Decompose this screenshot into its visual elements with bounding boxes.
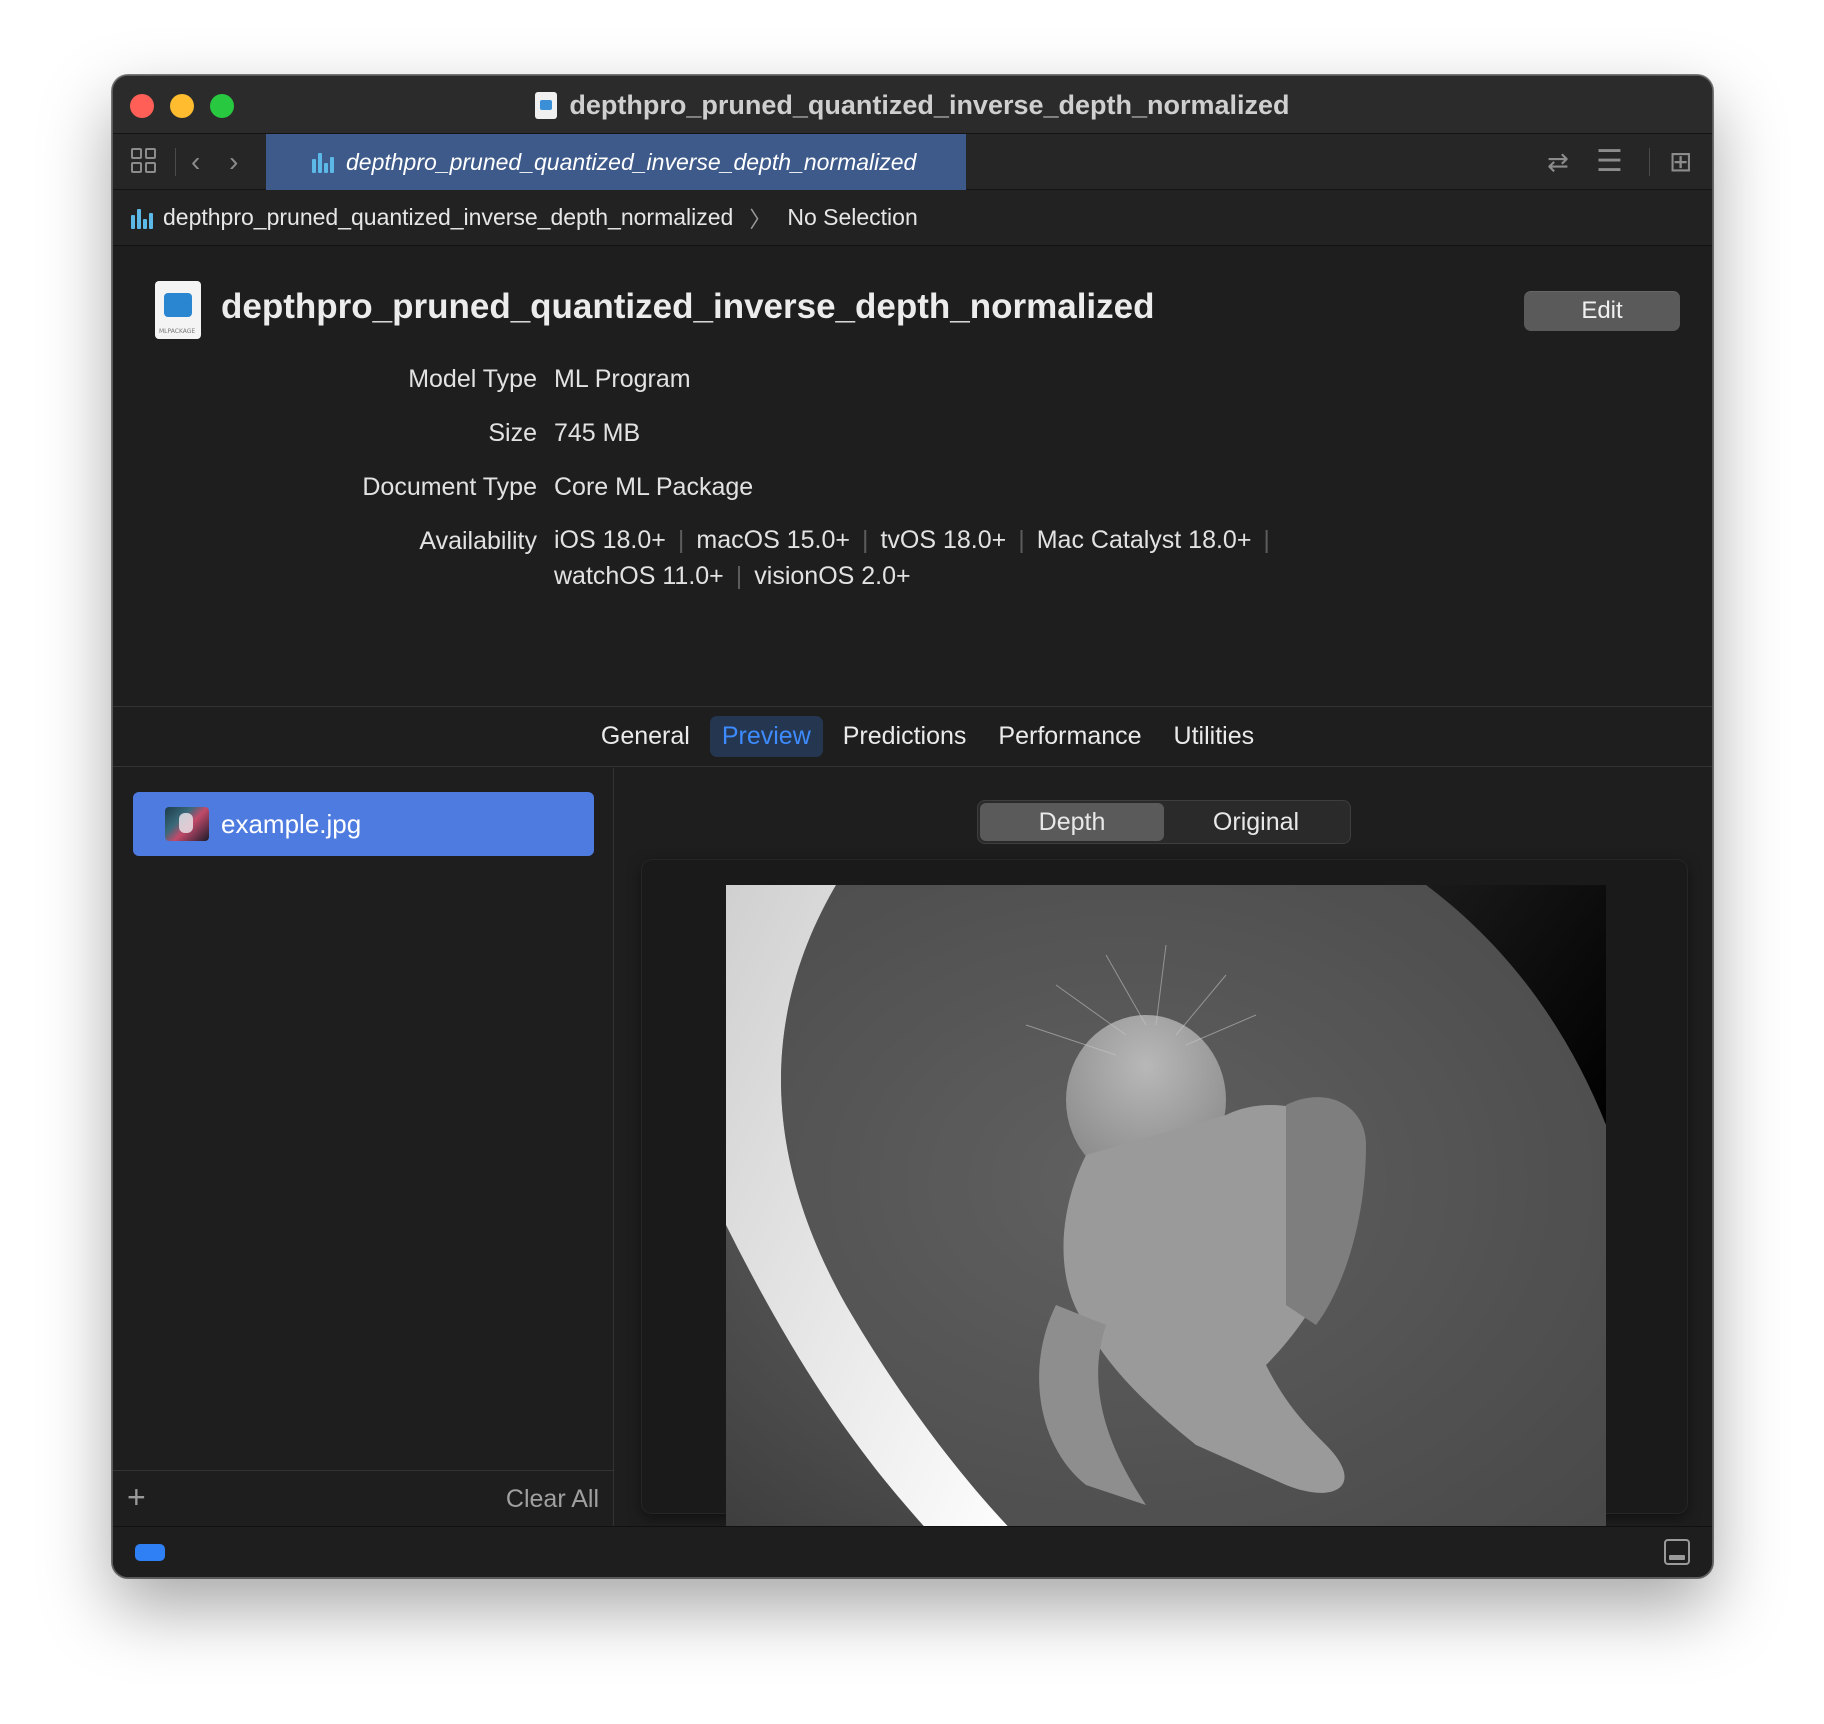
image-thumbnail — [165, 807, 209, 841]
app-window: depthpro_pruned_quantized_inverse_depth_… — [112, 75, 1713, 1578]
related-items-grid-icon[interactable] — [131, 148, 157, 174]
editor-tab-label: depthpro_pruned_quantized_inverse_depth_… — [346, 148, 917, 175]
toggle-bottom-panel-icon[interactable] — [1664, 1539, 1690, 1565]
list-item[interactable]: example.jpg — [133, 792, 594, 856]
clear-all-button[interactable]: Clear All — [506, 1485, 599, 1514]
tab-general[interactable]: General — [589, 716, 702, 757]
property-label: Document Type — [362, 473, 537, 501]
property-value: 745 MB — [554, 419, 641, 447]
segment-depth[interactable]: Depth — [980, 803, 1164, 841]
model-properties: Model Type ML Program Size 745 MB Docume… — [113, 365, 1712, 607]
depth-map-image — [726, 885, 1606, 1545]
model-title: depthpro_pruned_quantized_inverse_depth_… — [221, 287, 1155, 326]
property-row-document-type: Document Type Core ML Package — [113, 473, 1712, 527]
pipe-divider: | — [1018, 526, 1025, 554]
segment-original[interactable]: Original — [1164, 803, 1348, 841]
editor-tab-active[interactable]: depthpro_pruned_quantized_inverse_depth_… — [266, 134, 966, 190]
availability-item: iOS 18.0+ — [554, 526, 666, 554]
pipe-divider: | — [1263, 526, 1270, 554]
forward-chevron-icon[interactable]: › — [229, 134, 238, 190]
swap-arrows-icon[interactable]: ⇄ — [1547, 134, 1569, 190]
preview-image-container — [642, 860, 1687, 1545]
toolbar-divider — [1649, 148, 1650, 176]
breadcrumb: depthpro_pruned_quantized_inverse_depth_… — [113, 190, 1712, 246]
property-label: Model Type — [408, 365, 537, 393]
coreml-model-icon — [312, 151, 334, 173]
status-bar — [113, 1526, 1712, 1577]
availability-item: macOS 15.0+ — [696, 526, 850, 554]
model-tabs: General Preview Predictions Performance … — [113, 707, 1712, 767]
file-name: example.jpg — [221, 808, 362, 839]
title-bar: depthpro_pruned_quantized_inverse_depth_… — [113, 76, 1712, 134]
property-row-model-type: Model Type ML Program — [113, 365, 1712, 419]
availability-list: iOS 18.0+ | macOS 15.0+ | tvOS 18.0+ | Mac Cat… — [554, 522, 1282, 594]
status-indicator-icon[interactable] — [135, 1544, 165, 1561]
property-row-size: Size 745 MB — [113, 419, 1712, 473]
edit-button[interactable]: Edit — [1524, 291, 1680, 331]
preview-file-sidebar: example.jpg + Clear All — [113, 768, 614, 1528]
back-chevron-icon[interactable]: ‹ — [191, 134, 200, 190]
availability-item: tvOS 18.0+ — [880, 526, 1007, 554]
window-title-group: depthpro_pruned_quantized_inverse_depth_… — [113, 76, 1712, 134]
toolbar-divider — [175, 148, 176, 176]
mlpackage-document-icon — [535, 91, 558, 119]
coreml-model-icon — [131, 207, 153, 229]
property-label: Size — [488, 419, 537, 447]
breadcrumb-file[interactable]: depthpro_pruned_quantized_inverse_depth_… — [163, 204, 733, 231]
breadcrumb-separator-icon: 〉 — [749, 206, 772, 232]
pipe-divider: | — [861, 526, 869, 554]
availability-item: Mac Catalyst 18.0+ — [1036, 526, 1252, 554]
preview-pane: Depth Original — [615, 768, 1712, 1545]
property-label: Availability — [419, 527, 537, 555]
property-value: ML Program — [554, 365, 691, 393]
depth-original-segmented-control: Depth Original — [977, 800, 1351, 844]
window-title: depthpro_pruned_quantized_inverse_depth_… — [569, 89, 1290, 120]
tab-preview[interactable]: Preview — [709, 716, 823, 757]
model-info-header: depthpro_pruned_quantized_inverse_depth_… — [113, 247, 1712, 707]
editor-options-lines-icon[interactable]: ☰ — [1596, 134, 1623, 190]
availability-item: visionOS 2.0+ — [754, 562, 911, 590]
pipe-divider: | — [677, 526, 685, 554]
mlpackage-icon — [155, 281, 201, 339]
property-row-availability: Availability iOS 18.0+ | macOS 15.0+ | tvOS … — [113, 526, 1712, 607]
pipe-divider: | — [735, 562, 743, 590]
tab-utilities[interactable]: Utilities — [1162, 716, 1267, 757]
property-value: Core ML Package — [554, 473, 754, 501]
breadcrumb-selection[interactable]: No Selection — [787, 204, 917, 231]
depth-map-graphic — [726, 885, 1606, 1545]
tab-predictions[interactable]: Predictions — [831, 716, 979, 757]
availability-item: watchOS 11.0+ — [554, 562, 724, 590]
add-editor-icon[interactable]: ⊞ — [1669, 134, 1692, 190]
editor-tab-bar: ‹ › depthpro_pruned_quantized_inverse_de… — [113, 134, 1712, 190]
sidebar-footer: + Clear All — [113, 1470, 613, 1528]
add-file-button[interactable]: + — [127, 1479, 146, 1516]
tab-performance[interactable]: Performance — [986, 716, 1153, 757]
